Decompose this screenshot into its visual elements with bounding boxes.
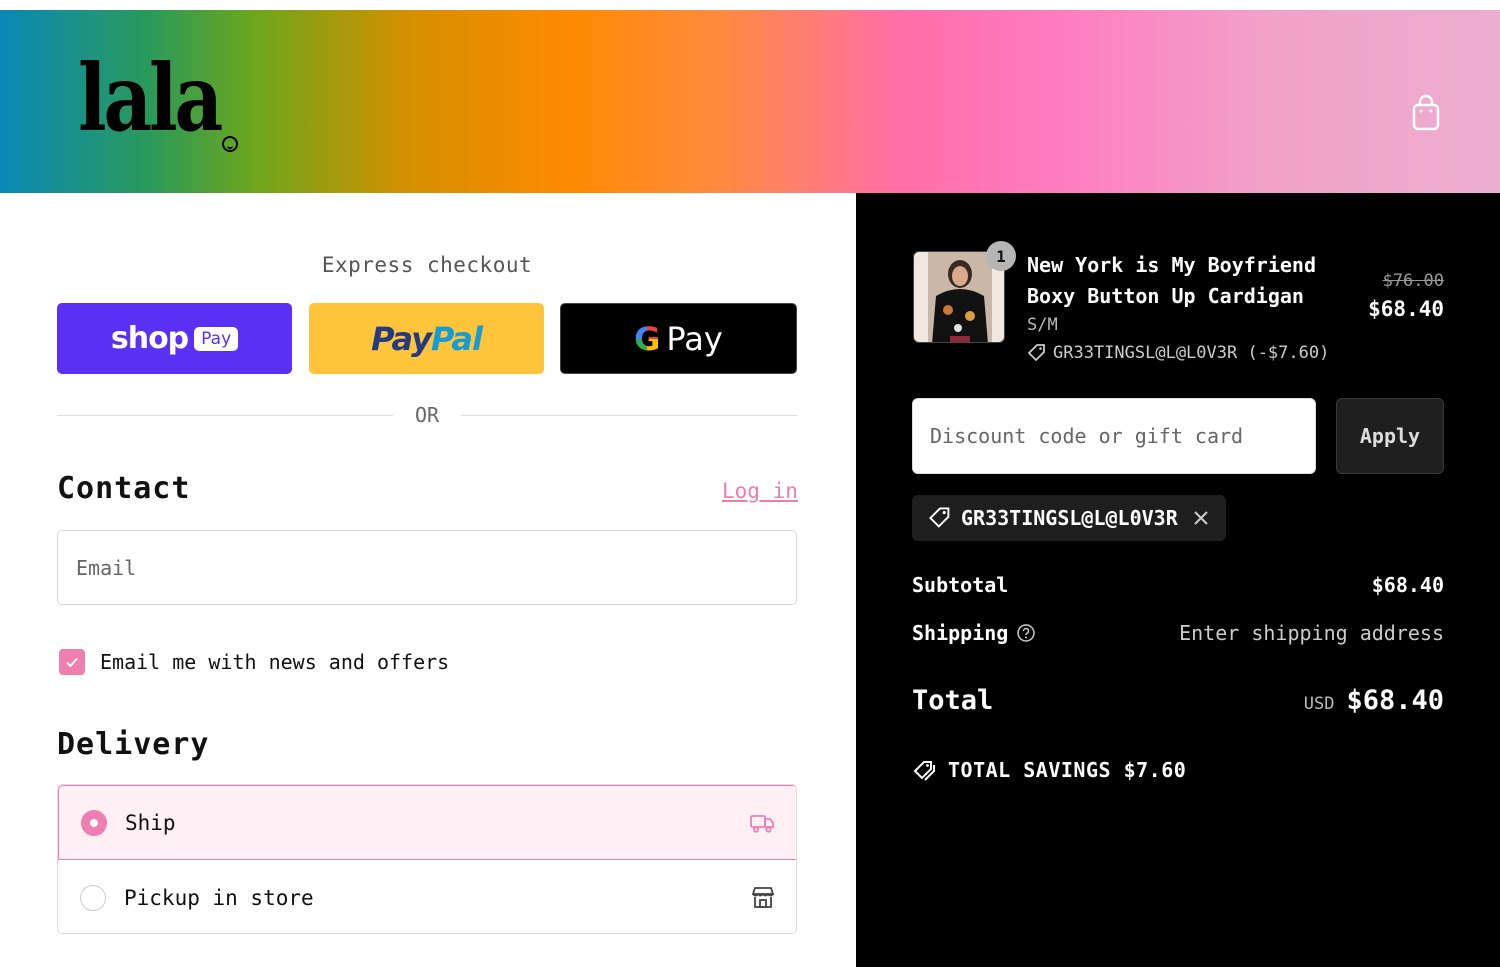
total-savings: TOTAL SAVINGS $7.60 — [912, 758, 1186, 782]
header-banner: lala — [0, 10, 1500, 193]
shop-pay-wordmark: shop — [110, 321, 189, 356]
shipping-label-wrap: Shipping — [912, 621, 1036, 645]
subtotal-row: Subtotal $68.40 — [912, 573, 1444, 597]
cart-button[interactable] — [1408, 93, 1444, 133]
delivery-options: Ship Pickup in store — [57, 784, 797, 934]
log-in-link[interactable]: Log in — [722, 479, 798, 503]
subtotal-label: Subtotal — [912, 573, 1009, 597]
item-discount-text: GR33TINGSL@L@L0V3R (-$7.60) — [1053, 343, 1330, 363]
tags-icon — [913, 761, 935, 781]
delivery-heading: Delivery — [57, 727, 210, 762]
contact-heading: Contact — [57, 471, 191, 506]
total-savings-text: TOTAL SAVINGS $7.60 — [948, 758, 1187, 782]
total-label: Total — [912, 685, 994, 716]
tag-icon — [1027, 344, 1045, 362]
or-divider: OR — [57, 401, 797, 431]
item-original-price: $76.00 — [1382, 271, 1444, 291]
brand-logo[interactable]: lala — [78, 52, 223, 144]
smiley-icon — [222, 136, 238, 152]
item-discount: GR33TINGSL@L@L0V3R (-$7.60) — [1027, 343, 1329, 363]
pickup-radio[interactable] — [80, 884, 106, 911]
shop-pay-badge: Pay — [194, 326, 239, 351]
paypal-wordmark: PayPal — [371, 319, 483, 358]
item-price: $68.40 — [1368, 297, 1444, 321]
close-icon[interactable] — [1192, 509, 1210, 527]
applied-code-chip: GR33TINGSL@L@L0V3R — [912, 495, 1226, 541]
total-row: Total USD $68.40 — [912, 685, 1444, 716]
ship-label: Ship — [125, 810, 176, 835]
subtotal-value: $68.40 — [1371, 573, 1444, 597]
order-summary: 1 New York is My Boyfriend Boxy Button U… — [856, 193, 1500, 967]
checkmark-icon — [66, 657, 78, 668]
currency-code: USD — [1303, 694, 1335, 714]
store-icon — [751, 887, 775, 908]
newsletter-checkbox-row[interactable]: Email me with news and offers — [59, 649, 449, 675]
ship-radio[interactable] — [81, 809, 107, 836]
or-label: OR — [414, 403, 440, 427]
express-checkout-title: Express checkout — [321, 253, 533, 277]
pickup-label: Pickup in store — [124, 885, 314, 910]
shopping-bag-icon — [1412, 94, 1440, 131]
paypal-button[interactable]: PayPal — [309, 303, 544, 374]
tag-icon — [929, 507, 950, 528]
checkout-form: Express checkout shop Pay PayPal G Pay O… — [0, 193, 856, 967]
quantity-badge: 1 — [986, 241, 1016, 271]
total-value: $68.40 — [1346, 685, 1444, 716]
newsletter-checkbox[interactable] — [59, 649, 85, 675]
email-input[interactable] — [57, 530, 797, 605]
google-pay-label: Pay — [666, 319, 723, 358]
apply-button[interactable]: Apply — [1336, 398, 1444, 474]
newsletter-label: Email me with news and offers — [100, 650, 450, 674]
item-variant: S/M — [1027, 315, 1058, 335]
delivery-option-ship[interactable]: Ship — [58, 785, 796, 860]
help-icon[interactable] — [1016, 623, 1036, 643]
item-name: New York is My Boyfriend Boxy Button Up … — [1027, 253, 1316, 308]
truck-icon — [750, 815, 774, 833]
top-strip — [0, 0, 1500, 10]
shop-pay-button[interactable]: shop Pay — [57, 303, 292, 374]
discount-code-input[interactable] — [912, 398, 1316, 474]
shipping-value: Enter shipping address — [1179, 621, 1444, 645]
shipping-label: Shipping — [912, 621, 1009, 645]
total-value-wrap: USD $68.40 — [1304, 685, 1444, 716]
applied-code-text: GR33TINGSL@L@L0V3R — [961, 506, 1178, 530]
google-g-icon: G — [634, 319, 661, 358]
shipping-row: Shipping Enter shipping address — [912, 621, 1444, 645]
google-pay-button[interactable]: G Pay — [560, 303, 797, 374]
delivery-option-pickup[interactable]: Pickup in store — [58, 860, 796, 933]
